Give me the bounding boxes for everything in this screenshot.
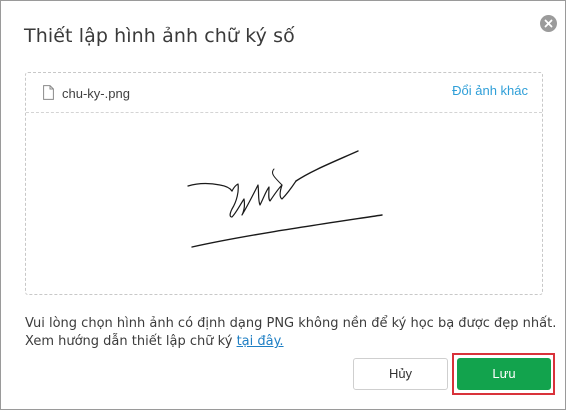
dialog-title: Thiết lập hình ảnh chữ ký số [24,25,295,47]
close-button[interactable] [540,15,557,32]
file-name: chu-ky-.png [62,86,130,101]
hint-line-1: Vui lòng chọn hình ảnh có định dạng PNG … [25,316,557,331]
cancel-button[interactable]: Hủy [353,358,448,390]
hint-line-2: Xem hướng dẫn thiết lập chữ ký tại đây. [25,333,556,351]
format-hint: Vui lòng chọn hình ảnh có định dạng PNG … [25,315,556,351]
signature-upload-area[interactable]: chu-ky-.png Đổi ảnh khác [25,72,543,295]
file-row: chu-ky-.png Đổi ảnh khác [26,73,542,113]
save-button[interactable]: Lưu [457,358,551,390]
hint-prefix: Xem hướng dẫn thiết lập chữ ký [25,334,233,349]
guide-link[interactable]: tại đây. [237,334,284,349]
close-icon [544,19,553,28]
signature-image [187,150,383,248]
document-icon [43,85,54,100]
change-image-link[interactable]: Đổi ảnh khác [452,83,528,98]
signature-setup-dialog: Thiết lập hình ảnh chữ ký số chu-ky-.png… [0,0,566,410]
